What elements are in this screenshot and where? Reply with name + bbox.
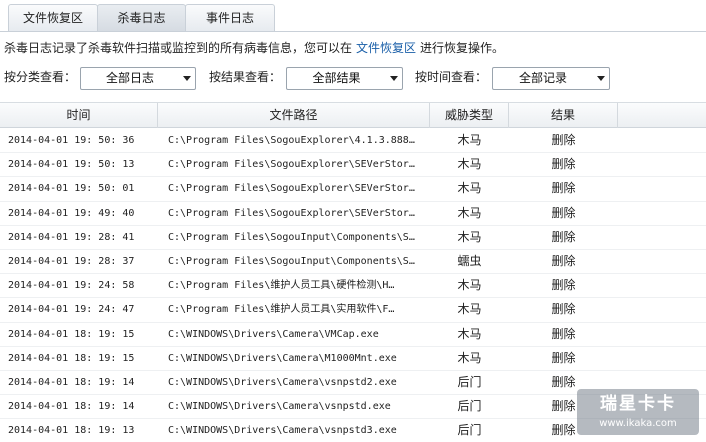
chevron-down-icon (597, 76, 605, 81)
column-header-result[interactable]: 结果 (509, 103, 618, 128)
column-header-time[interactable]: 时间 (0, 103, 158, 128)
cell-path: C:\Program Files\SogouExplorer\SEVerStor… (168, 207, 415, 219)
table-row[interactable]: 2014-04-01 19: 50: 13 C:\Program Files\S… (0, 153, 706, 178)
table-row[interactable]: 2014-04-01 19: 24: 47 C:\Program Files\维… (0, 298, 706, 323)
cell-threat-type: 木马 (457, 326, 482, 341)
filter-category-value: 全部日志 (105, 71, 154, 85)
filter-result-dropdown[interactable]: 全部结果 (286, 67, 403, 90)
cell-result: 删除 (551, 205, 576, 220)
cell-threat-type: 木马 (457, 205, 482, 220)
watermark-logo: 瑞星卡卡 www.ikaka.com (577, 389, 699, 435)
cell-path: C:\Program Files\维护人员工具\硬件检测\H… (168, 280, 395, 292)
column-header-threat-type[interactable]: 威胁类型 (430, 103, 509, 128)
filter-result-label: 按结果查看： (209, 70, 282, 84)
description-text-end: 进行恢复操作。 (420, 41, 505, 55)
cell-result: 删除 (551, 253, 576, 268)
cell-threat-type: 木马 (457, 302, 482, 317)
cell-path: C:\Program Files\SogouInput\Components\S… (168, 231, 415, 243)
filter-result-value: 全部结果 (312, 71, 361, 85)
cell-result: 删除 (551, 229, 576, 244)
tab-divider (0, 31, 706, 32)
chevron-down-icon (390, 76, 398, 81)
table-row[interactable]: 2014-04-01 18: 19: 15 C:\WINDOWS\Drivers… (0, 323, 706, 347)
filter-category-label: 按分类查看： (4, 70, 77, 84)
cell-threat-type: 木马 (457, 133, 482, 147)
cell-path: C:\Program Files\维护人员工具\实用软件\F… (168, 304, 395, 316)
cell-time: 2014-04-01 18: 19: 14 (8, 376, 135, 388)
description: 杀毒日志记录了杀毒软件扫描或监控到的所有病毒信息，您可以在 文件恢复区 进行恢复操作… (4, 39, 504, 56)
table-row[interactable]: 2014-04-01 19: 50: 36 C:\Program Files\S… (0, 129, 706, 154)
cell-path: C:\WINDOWS\Drivers\Camera\M1000Mnt.exe (168, 352, 397, 364)
table-row[interactable]: 2014-04-01 19: 49: 40 C:\Program Files\S… (0, 202, 706, 226)
table-header: 时间 文件路径 威胁类型 结果 (0, 102, 706, 128)
cell-time: 2014-04-01 18: 19: 13 (8, 425, 135, 437)
cell-threat-type: 蠕虫 (457, 253, 482, 268)
cell-threat-type: 木马 (457, 278, 482, 293)
cell-result: 删除 (551, 133, 576, 147)
filter-time-value: 全部记录 (518, 71, 567, 85)
cell-path: C:\WINDOWS\Drivers\Camera\vsnpstd.exe (168, 401, 391, 413)
tab-file-recovery[interactable]: 文件恢复区 (8, 4, 98, 32)
tab-antivirus-log[interactable]: 杀毒日志 (97, 4, 186, 32)
cell-time: 2014-04-01 19: 24: 58 (8, 280, 135, 292)
cell-threat-type: 木马 (457, 157, 482, 172)
cell-time: 2014-04-01 19: 24: 47 (8, 304, 135, 316)
watermark-url: www.ikaka.com (599, 418, 677, 429)
cell-path: C:\WINDOWS\Drivers\Camera\vsnpstd2.exe (168, 376, 397, 388)
cell-time: 2014-04-01 18: 19: 14 (8, 401, 135, 413)
cell-threat-type: 木马 (457, 350, 482, 365)
cell-threat-type: 木马 (457, 229, 482, 244)
cell-result: 删除 (551, 350, 576, 365)
filter-category-dropdown[interactable]: 全部日志 (80, 67, 196, 90)
description-text: 杀毒日志记录了杀毒软件扫描或监控到的所有病毒信息，您可以在 (4, 41, 353, 55)
cell-path: C:\WINDOWS\Drivers\Camera\VMCap.exe (168, 328, 379, 340)
table-row[interactable]: 2014-04-01 18: 19: 15 C:\WINDOWS\Drivers… (0, 347, 706, 371)
table-row[interactable]: 2014-04-01 19: 50: 01 C:\Program Files\S… (0, 177, 706, 202)
cell-time: 2014-04-01 19: 28: 37 (8, 255, 135, 267)
table-row[interactable]: 2014-04-01 19: 28: 41 C:\Program Files\S… (0, 226, 706, 250)
column-header-path[interactable]: 文件路径 (158, 103, 430, 128)
cell-result: 删除 (551, 278, 576, 293)
cell-time: 2014-04-01 19: 50: 36 (8, 135, 135, 146)
table-row[interactable]: 2014-04-01 19: 28: 37 C:\Program Files\S… (0, 250, 706, 275)
cell-threat-type: 木马 (457, 181, 482, 196)
cell-path: C:\Program Files\SogouExplorer\SEVerStor… (168, 159, 415, 171)
cell-result: 删除 (551, 302, 576, 317)
cell-path: C:\Program Files\SogouExplorer\SEVerStor… (168, 183, 415, 195)
tab-event-log[interactable]: 事件日志 (185, 4, 275, 32)
cell-time: 2014-04-01 19: 50: 01 (8, 183, 135, 195)
cell-time: 2014-04-01 19: 50: 13 (8, 159, 135, 171)
table-row[interactable]: 2014-04-01 19: 24: 58 C:\Program Files\维… (0, 274, 706, 299)
filter-time-dropdown[interactable]: 全部记录 (492, 67, 610, 90)
cell-time: 2014-04-01 18: 19: 15 (8, 328, 135, 340)
cell-threat-type: 后门 (457, 374, 482, 389)
tab-bar: 文件恢复区 杀毒日志 事件日志 (0, 0, 706, 32)
cell-threat-type: 后门 (457, 399, 482, 414)
cell-time: 2014-04-01 19: 49: 40 (8, 207, 135, 219)
cell-path: C:\Program Files\SogouInput\Components\S… (168, 255, 415, 267)
watermark-brand: 瑞星卡卡 (600, 394, 676, 414)
cell-time: 2014-04-01 18: 19: 15 (8, 352, 135, 364)
cell-path: C:\WINDOWS\Drivers\Camera\vsnpstd3.exe (168, 425, 397, 437)
cell-result: 删除 (551, 157, 576, 172)
cell-result: 删除 (551, 326, 576, 341)
chevron-down-icon (183, 76, 191, 81)
filter-time-label: 按时间查看： (415, 70, 488, 84)
cell-time: 2014-04-01 19: 28: 41 (8, 231, 135, 243)
cell-path: C:\Program Files\SogouExplorer\4.1.3.888… (168, 135, 415, 146)
cell-threat-type: 后门 (457, 423, 482, 438)
cell-result: 删除 (551, 181, 576, 196)
file-recovery-link[interactable]: 文件恢复区 (356, 41, 416, 55)
